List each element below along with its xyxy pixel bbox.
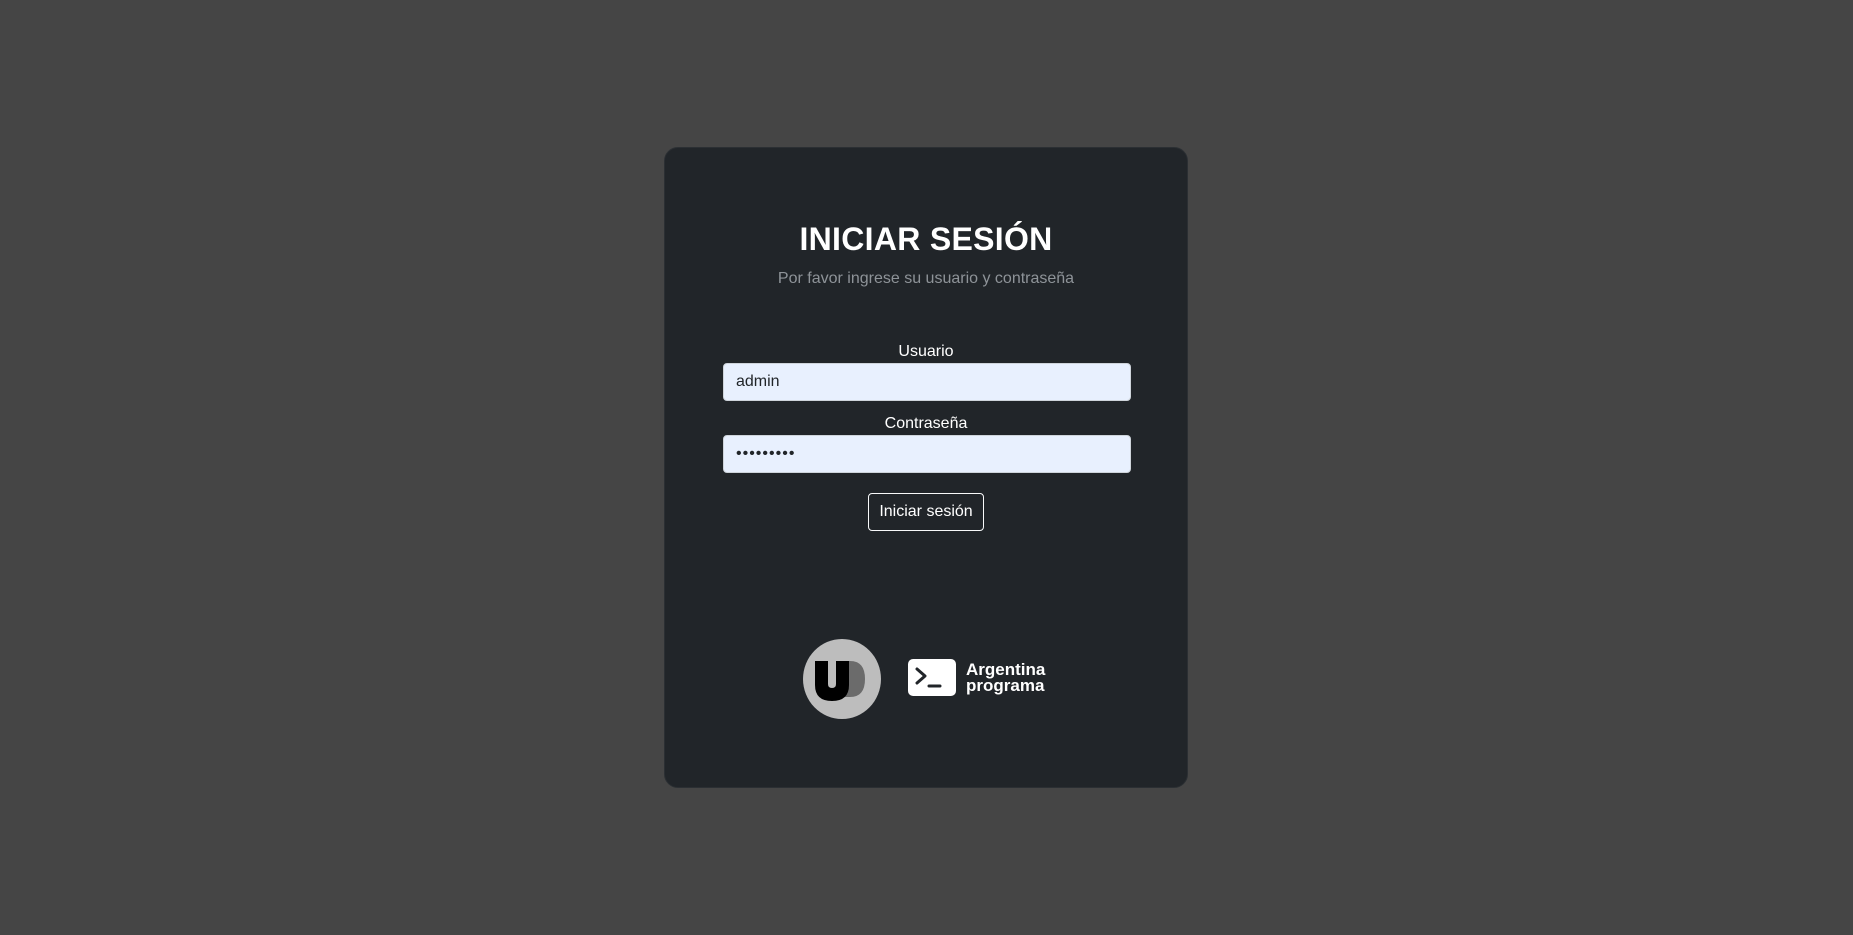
argentina-programa-logo: Argentina programa xyxy=(908,659,1048,699)
login-card: INICIAR SESIÓN Por favor ingrese su usua… xyxy=(664,147,1188,788)
password-label: Contraseña xyxy=(884,415,968,432)
wordmark-line-2: programa xyxy=(966,676,1045,695)
login-page: INICIAR SESIÓN Por favor ingrese su usua… xyxy=(0,0,1853,935)
login-button[interactable]: Iniciar sesión xyxy=(868,493,984,531)
username-label: Usuario xyxy=(898,343,954,360)
page-title: INICIAR SESIÓN xyxy=(799,221,1053,257)
argentina-programa-wordmark: Argentina programa xyxy=(966,661,1045,695)
login-subtitle: Por favor ingrese su usuario y contraseñ… xyxy=(777,270,1075,287)
terminal-prompt-icon xyxy=(908,659,956,696)
password-field[interactable] xyxy=(723,435,1131,473)
username-field[interactable] xyxy=(723,363,1131,401)
ud-logo-icon xyxy=(803,639,881,719)
